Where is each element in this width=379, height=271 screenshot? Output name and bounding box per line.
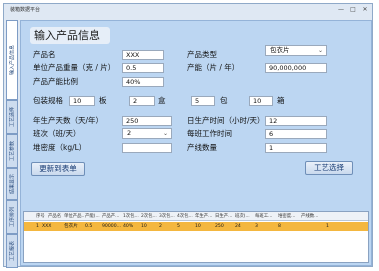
table-cell: 2 — [159, 224, 162, 229]
table-cell: 1 — [326, 224, 329, 229]
column-header: 单位产品... — [64, 214, 84, 219]
product-info-panel: 输入产品信息 产品名 XXX 产品类型 包衣片 ⌄ 单位产品重量（克 / 片） … — [20, 20, 372, 266]
tab-results[interactable]: 结果显示 — [6, 168, 18, 200]
production-days-label: 年生产天数（天/年） — [33, 116, 104, 125]
column-header: 产线数... — [301, 214, 319, 219]
pack-level2-field[interactable]: 2 — [129, 96, 155, 106]
tab-process-select[interactable]: 工艺选择 — [6, 100, 18, 134]
maximize-icon[interactable]: □ — [350, 6, 356, 14]
daily-hours-field[interactable]: 12 — [265, 116, 327, 126]
table-cell: 24 — [235, 224, 241, 229]
tab-report[interactable]: 工艺报表 — [6, 234, 18, 268]
unit-weight-field[interactable]: 0.5 — [122, 63, 164, 73]
column-header: 堆密度... — [278, 214, 296, 219]
shift-hours-label: 每班工作时间 — [187, 129, 232, 138]
product-name-label: 产品名 — [33, 50, 56, 59]
app-window: 装箱数据平台 — □ ✕ 输入产品信息 工艺选择 工艺参数 结果显示 工序排列 … — [3, 3, 373, 268]
shifts-label: 班次（班/天） — [33, 129, 81, 138]
table-cell: 0.5 — [85, 224, 93, 229]
pack-unit-case: 箱 — [277, 96, 285, 105]
pack-unit-pack: 包 — [220, 96, 228, 105]
pack-level4-field[interactable]: 10 — [249, 96, 273, 106]
capacity-ratio-label: 产品产能比例 — [33, 77, 78, 86]
window-controls: — □ ✕ — [338, 6, 368, 14]
table-cell: 10 — [141, 224, 147, 229]
column-header: 1次包... — [123, 214, 139, 219]
capacity-field[interactable]: 90,000,000 — [265, 63, 327, 73]
product-type-label: 产品类型 — [187, 50, 217, 59]
tab-process-params[interactable]: 工艺参数 — [6, 134, 18, 168]
column-header: 班次(... — [235, 214, 250, 219]
table-cell: 8 — [278, 224, 281, 229]
pack-unit-board: 板 — [99, 96, 107, 105]
column-header: 序号 — [36, 214, 45, 219]
table-cell: 5 — [177, 224, 180, 229]
process-select-button[interactable]: 工艺选择 — [305, 161, 353, 175]
table-cell: 10 — [195, 224, 201, 229]
line-count-label: 产线数量 — [187, 143, 217, 152]
column-header: 产能(... — [85, 214, 100, 219]
pack-level1-field[interactable]: 10 — [69, 96, 95, 106]
minimize-icon[interactable]: — — [338, 6, 344, 14]
table-header: 序号 产品名 单位产品... 产能(... 产品产... 1次包... 2次包.… — [24, 212, 368, 221]
pack-unit-box: 盒 — [158, 96, 166, 105]
window-title: 装箱数据平台 — [10, 7, 41, 13]
column-header: 日生产... — [215, 214, 233, 219]
column-header: 每班工... — [255, 214, 273, 219]
table-cell: 250 — [215, 224, 224, 229]
column-header: 产品名 — [48, 214, 62, 219]
update-form-button[interactable]: 更新到表单 — [31, 162, 85, 176]
table-cell: 90000... — [102, 224, 121, 229]
page-title: 输入产品信息 — [30, 27, 110, 44]
table-cell: XXX — [42, 224, 52, 229]
table-cell: 包衣片 — [64, 224, 78, 229]
close-icon[interactable]: ✕ — [362, 6, 368, 14]
column-header: 4次包... — [177, 214, 193, 219]
shift-hours-field[interactable]: 6 — [265, 129, 327, 139]
tab-sequence[interactable]: 工序排列 — [6, 200, 18, 234]
pack-level3-field[interactable]: 5 — [191, 96, 215, 106]
chevron-down-icon: ⌄ — [162, 130, 168, 137]
product-name-field[interactable]: XXX — [122, 50, 164, 60]
density-label: 堆密度（kg/L） — [33, 143, 87, 152]
density-field[interactable] — [122, 143, 172, 153]
unit-weight-label: 单位产品重量（克 / 片） — [33, 63, 116, 72]
product-type-select[interactable]: 包衣片 ⌄ — [265, 45, 327, 56]
column-header: 2次包... — [141, 214, 157, 219]
tab-product-info[interactable]: 输入产品信息 — [6, 20, 18, 100]
vertical-tab-strip: 输入产品信息 工艺选择 工艺参数 结果显示 工序排列 工艺报表 — [6, 20, 18, 268]
column-header: 年生产... — [195, 214, 213, 219]
packing-label: 包装规格 — [33, 96, 63, 105]
column-header: 产品产... — [102, 214, 120, 219]
daily-hours-label: 日生产时间（小时/天） — [187, 116, 265, 125]
title-bar: 装箱数据平台 — □ ✕ — [4, 4, 372, 16]
table-cell: 40% — [123, 224, 134, 229]
shifts-select[interactable]: 2 ⌄ — [122, 128, 172, 139]
table-cell: 3 — [255, 224, 258, 229]
column-header: 3次包... — [159, 214, 175, 219]
chevron-down-icon: ⌄ — [317, 47, 323, 54]
product-data-table: 序号 产品名 单位产品... 产能(... 产品产... 1次包... 2次包.… — [23, 211, 369, 263]
production-days-field[interactable]: 250 — [122, 116, 172, 126]
capacity-ratio-field[interactable]: 40% — [122, 77, 164, 87]
table-row[interactable]: 1 XXX 包衣片 0.5 90000... 40% 10 2 5 10 250… — [24, 222, 368, 231]
line-count-field[interactable]: 1 — [265, 143, 327, 153]
capacity-label: 产能（片 / 年） — [187, 63, 240, 72]
